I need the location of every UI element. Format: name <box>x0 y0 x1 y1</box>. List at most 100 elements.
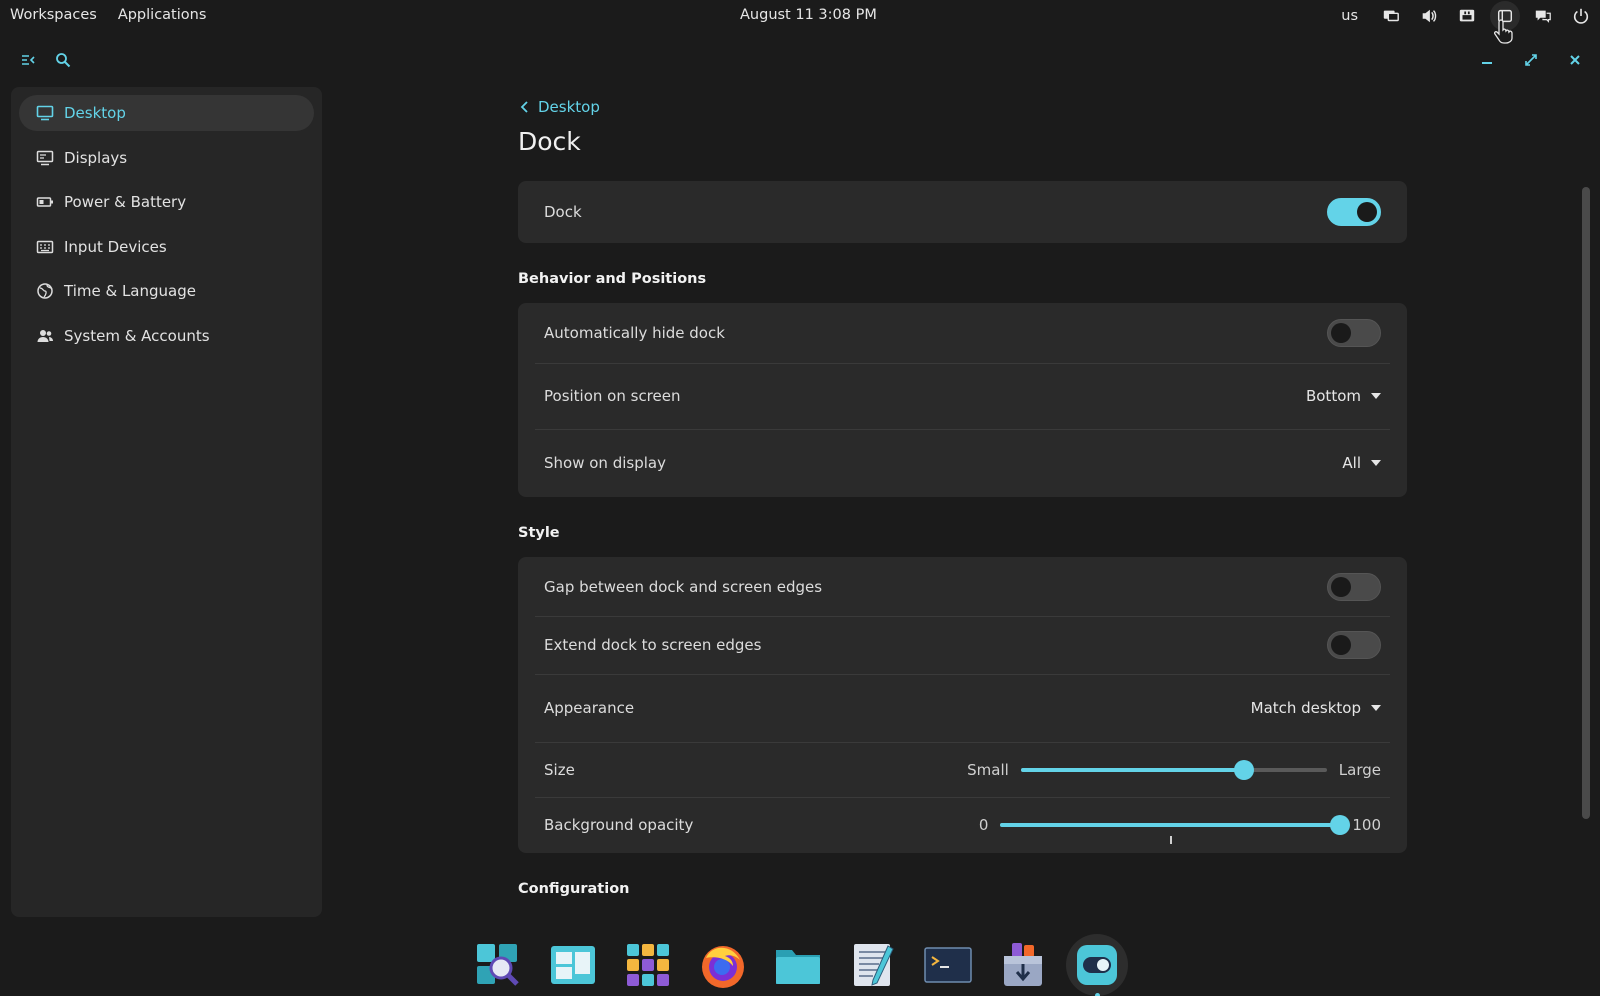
chevron-left-icon <box>520 101 528 113</box>
settings-app-icon[interactable] <box>1066 934 1128 996</box>
back-link-label: Desktop <box>538 98 600 116</box>
volume-icon[interactable] <box>1410 0 1448 32</box>
dock-toggle[interactable] <box>1327 198 1381 226</box>
app-store-icon[interactable] <box>991 935 1055 995</box>
content-scrollbar[interactable] <box>1580 185 1590 905</box>
sidebar-item-time-language[interactable]: Time & Language <box>19 273 314 309</box>
sidebar-item-input-devices[interactable]: Input Devices <box>19 229 314 265</box>
opacity-slider-mark <box>1170 836 1173 844</box>
gap-row: Gap between dock and screen edges <box>518 557 1407 616</box>
close-button[interactable] <box>1563 48 1587 72</box>
opacity-max-label: 100 <box>1352 816 1381 834</box>
displays-icon <box>35 148 55 168</box>
network-icon[interactable] <box>1448 0 1486 32</box>
position-dropdown[interactable]: Bottom <box>1306 387 1381 405</box>
show-on-display-row: Show on display All <box>518 429 1407 497</box>
sidebar-item-power-battery[interactable]: Power & Battery <box>19 184 314 220</box>
scrollbar-thumb[interactable] <box>1582 187 1590 819</box>
size-slider[interactable] <box>1020 759 1327 780</box>
opacity-slider[interactable] <box>1000 815 1351 844</box>
sidebar-item-label: Power & Battery <box>64 193 187 211</box>
caret-down-icon <box>1371 705 1381 711</box>
top-panel: Workspaces Applications August 11 3:08 P… <box>0 0 1600 32</box>
window-header <box>0 40 1600 80</box>
search-icon[interactable] <box>51 48 75 72</box>
files-icon[interactable] <box>766 935 830 995</box>
auto-hide-label: Automatically hide dock <box>544 324 725 342</box>
style-card: Gap between dock and screen edges Extend… <box>518 557 1407 853</box>
users-icon <box>35 326 55 346</box>
dock-enable-card: Dock <box>518 181 1407 243</box>
sidebar-item-label: Desktop <box>64 104 126 122</box>
display-icon[interactable] <box>1372 0 1410 32</box>
dock-enable-label: Dock <box>544 203 582 221</box>
auto-hide-row: Automatically hide dock <box>518 303 1407 363</box>
opacity-label: Background opacity <box>544 816 694 834</box>
appearance-label: Appearance <box>544 699 635 717</box>
size-min-label: Small <box>967 760 1009 779</box>
show-on-display-value: All <box>1342 454 1361 472</box>
size-row: Size Small Large <box>518 742 1407 797</box>
chat-icon[interactable] <box>1524 0 1562 32</box>
position-row: Position on screen Bottom <box>518 363 1407 429</box>
workspaces-button[interactable]: Workspaces <box>10 7 97 23</box>
behavior-section-title: Behavior and Positions <box>518 271 707 287</box>
clock[interactable]: August 11 3:08 PM <box>740 7 877 23</box>
minimize-button[interactable] <box>1475 48 1499 72</box>
desktop-icon <box>35 103 55 123</box>
text-editor-icon[interactable] <box>841 935 905 995</box>
opacity-slider-thumb[interactable] <box>1330 815 1351 835</box>
main-content: Desktop Dock Dock Behavior and Positions… <box>518 95 1407 901</box>
size-slider-thumb[interactable] <box>1234 759 1255 780</box>
mouse-cursor-icon <box>1494 19 1513 44</box>
sidebar-item-label: Displays <box>64 148 128 167</box>
back-link[interactable]: Desktop <box>518 95 1407 119</box>
size-max-label: Large <box>1338 760 1381 779</box>
auto-hide-toggle[interactable] <box>1327 319 1381 347</box>
position-label: Position on screen <box>544 387 681 405</box>
style-section-title: Style <box>518 525 560 541</box>
configuration-section-title: Configuration <box>518 881 630 897</box>
dock <box>466 934 1139 996</box>
sidebar-item-label: Time & Language <box>64 282 196 300</box>
firefox-icon[interactable] <box>691 935 755 995</box>
behavior-card: Automatically hide dock Position on scre… <box>518 303 1407 497</box>
sidebar-toggle-icon[interactable] <box>16 48 40 72</box>
position-value: Bottom <box>1305 387 1361 405</box>
applications-button[interactable]: Applications <box>118 7 207 23</box>
extend-toggle[interactable] <box>1327 631 1381 659</box>
power-icon[interactable] <box>1562 0 1600 32</box>
terminal-icon[interactable] <box>916 935 980 995</box>
battery-icon <box>35 192 55 212</box>
globe-icon <box>35 281 55 301</box>
caret-down-icon <box>1371 460 1381 466</box>
opacity-row: Background opacity 0 100 <box>518 797 1407 853</box>
size-label: Size <box>544 760 575 779</box>
gap-toggle[interactable] <box>1327 572 1381 601</box>
appearance-dropdown[interactable]: Match desktop <box>1251 699 1381 717</box>
system-tray: us <box>1341 0 1600 32</box>
extend-row: Extend dock to screen edges <box>518 616 1407 674</box>
app-library-icon[interactable] <box>616 935 680 995</box>
app-search-icon[interactable] <box>466 935 530 995</box>
show-on-display-label: Show on display <box>544 454 666 472</box>
maximize-button[interactable] <box>1519 48 1543 72</box>
extend-label: Extend dock to screen edges <box>544 636 762 654</box>
show-on-display-dropdown[interactable]: All <box>1342 454 1381 472</box>
sidebar-item-system-accounts[interactable]: System & Accounts <box>19 318 314 354</box>
appearance-value: Match desktop <box>1250 699 1361 717</box>
caret-down-icon <box>1371 393 1381 399</box>
settings-sidebar: Desktop Displays Power & Battery Input D… <box>11 87 322 917</box>
keyboard-icon <box>35 237 55 257</box>
sidebar-item-label: Input Devices <box>64 237 167 256</box>
opacity-min-label: 0 <box>978 816 989 834</box>
gap-label: Gap between dock and screen edges <box>544 577 823 596</box>
workspaces-app-icon[interactable] <box>541 935 605 995</box>
page-title: Dock <box>518 127 581 156</box>
dock-enable-row: Dock <box>518 181 1407 243</box>
appearance-row: Appearance Match desktop <box>518 674 1407 742</box>
sidebar-item-displays[interactable]: Displays <box>19 140 314 176</box>
sidebar-item-label: System & Accounts <box>64 326 210 345</box>
sidebar-item-desktop[interactable]: Desktop <box>19 95 314 131</box>
keyboard-layout-indicator[interactable]: us <box>1341 8 1358 24</box>
